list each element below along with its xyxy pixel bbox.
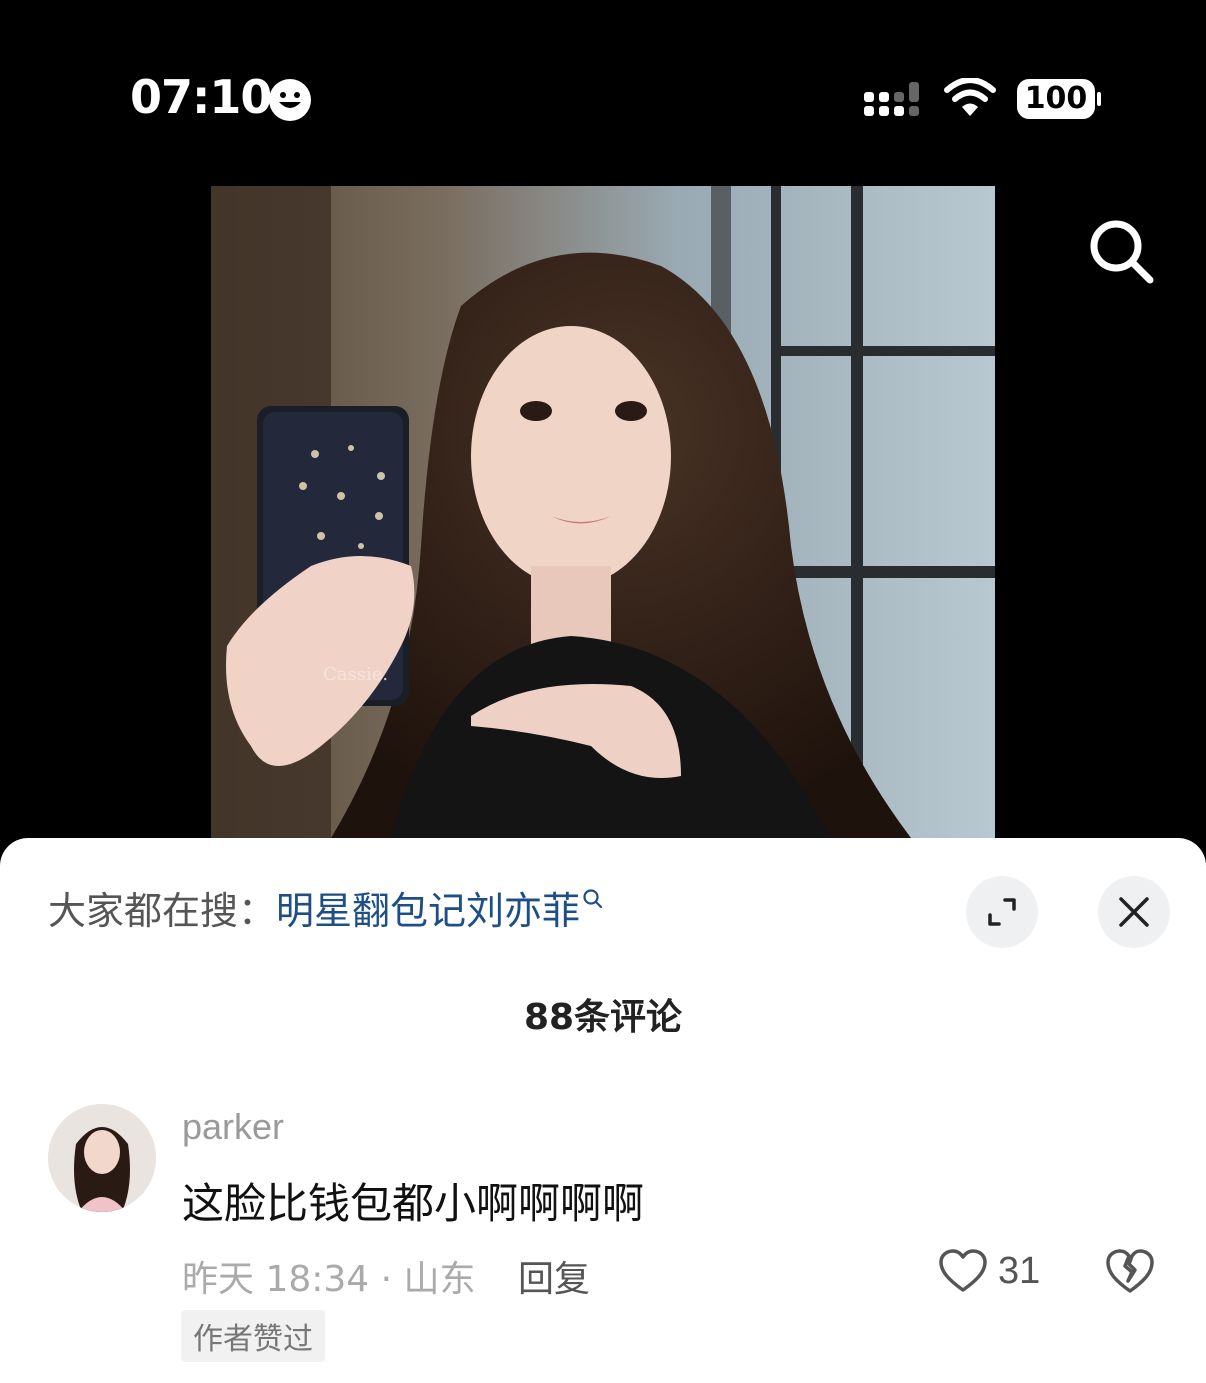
like-count: 31 <box>998 1249 1041 1292</box>
close-icon <box>1119 897 1149 927</box>
expand-button[interactable] <box>966 876 1038 948</box>
expand-icon <box>988 898 1016 926</box>
trending-query-link[interactable]: 明星翻包记刘亦菲 <box>276 889 580 933</box>
search-icon[interactable] <box>1088 218 1156 286</box>
smiley-icon <box>269 79 311 121</box>
status-time: 07:10 <box>130 70 272 124</box>
avatar[interactable] <box>48 1104 156 1212</box>
comment-sheet: 大家都在搜：明星翻包记刘亦菲 88条评论 parker 这脸比钱包都小啊啊啊啊 … <box>0 838 1206 1383</box>
comment-count: 88条评论 <box>523 997 683 1038</box>
video-player[interactable]: Cassie. <box>211 186 995 838</box>
comment-text: 这脸比钱包都小啊啊啊啊 <box>182 1179 645 1228</box>
signal-icon <box>864 82 919 116</box>
watermark-text: Cassie. <box>323 664 388 685</box>
trending-prefix: 大家都在搜： <box>48 889 277 933</box>
heart-icon <box>939 1249 987 1292</box>
avatar-image <box>48 1104 156 1212</box>
broken-heart-icon[interactable] <box>1104 1246 1156 1296</box>
comment-username[interactable]: parker <box>182 1106 284 1148</box>
comment-meta: 昨天 18:34 · 山东 <box>182 1259 476 1300</box>
reply-button[interactable]: 回复 <box>518 1250 590 1302</box>
like-button[interactable]: 31 <box>938 1246 1040 1296</box>
wifi-icon <box>944 78 996 116</box>
battery-level: 100 <box>1024 81 1088 116</box>
trending-search: 大家都在搜：明星翻包记刘亦菲 <box>48 880 604 935</box>
search-small-icon <box>583 889 603 909</box>
video-frame-image: Cassie. <box>211 186 995 838</box>
close-button[interactable] <box>1098 876 1170 948</box>
author-liked-badge: 作者赞过 <box>181 1310 325 1362</box>
